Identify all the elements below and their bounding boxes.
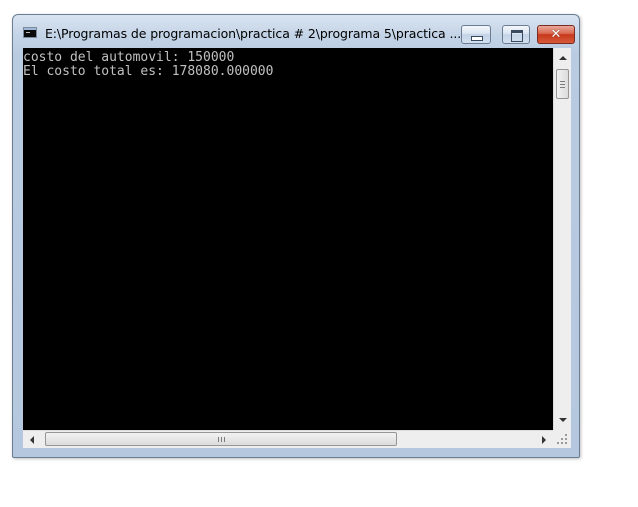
vertical-scroll-thumb[interactable] <box>556 69 569 99</box>
vertical-scrollbar[interactable] <box>553 48 571 430</box>
console-window: E:\Programas de programacion\practica # … <box>12 14 580 458</box>
minimize-icon <box>471 36 483 41</box>
grip-line <box>224 437 225 442</box>
console-line: El costo total es: 178080.000000 <box>23 64 274 79</box>
maximize-button[interactable] <box>502 25 530 44</box>
grip-line <box>560 81 565 82</box>
grip-line <box>221 437 222 442</box>
window-title: E:\Programas de programacion\practica # … <box>45 26 462 41</box>
scroll-down-arrow-icon[interactable] <box>559 418 567 422</box>
console-output[interactable]: costo del automovil: 150000 El costo tot… <box>23 48 553 430</box>
grip-line <box>218 437 219 442</box>
scroll-up-arrow-icon[interactable] <box>559 56 567 60</box>
close-icon: ✕ <box>550 27 562 42</box>
grip-line <box>560 87 565 88</box>
grip-line <box>560 84 565 85</box>
scroll-left-arrow-icon[interactable] <box>30 436 34 444</box>
horizontal-scrollbar[interactable] <box>23 430 553 448</box>
close-button[interactable]: ✕ <box>537 25 575 44</box>
minimize-button[interactable] <box>461 25 491 44</box>
title-bar[interactable]: E:\Programas de programacion\practica # … <box>13 15 579 48</box>
horizontal-scroll-thumb[interactable] <box>45 432 397 446</box>
resize-grip-icon[interactable] <box>553 430 571 448</box>
scroll-right-arrow-icon[interactable] <box>542 436 546 444</box>
console-app-icon[interactable] <box>23 27 37 38</box>
desktop: E:\Programas de programacion\practica # … <box>0 0 638 507</box>
console-line: costo del automovil: 150000 <box>23 50 235 65</box>
maximize-icon <box>511 30 523 42</box>
